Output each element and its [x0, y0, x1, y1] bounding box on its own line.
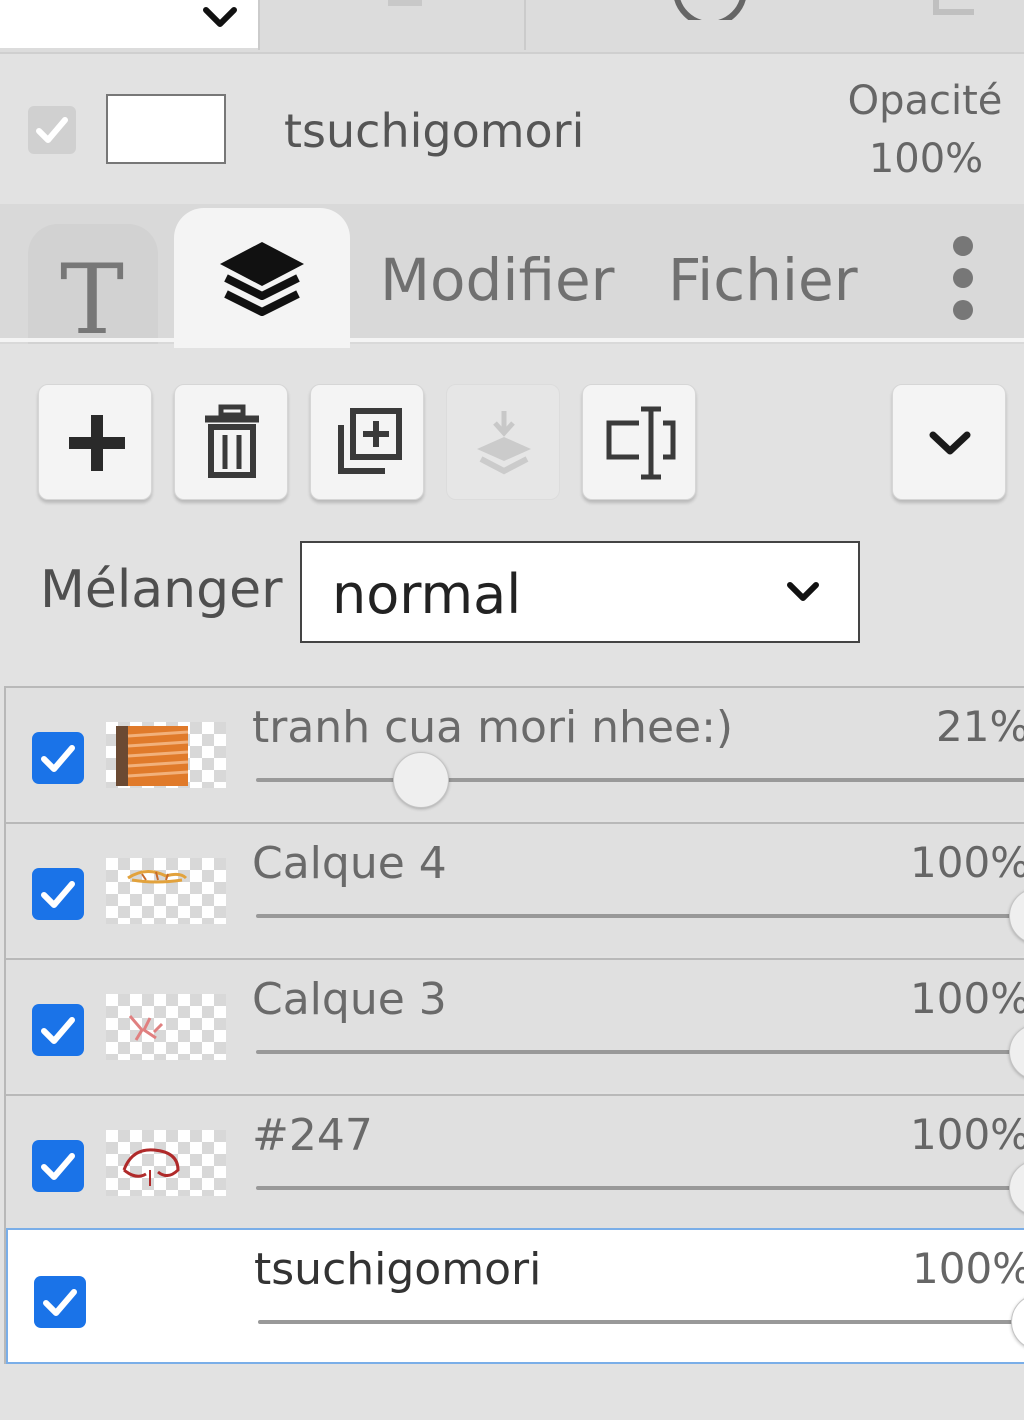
- check-icon: [36, 117, 68, 143]
- blend-label: Mélanger: [40, 560, 283, 620]
- tab-file[interactable]: Fichier: [668, 246, 858, 314]
- layer-opacity: 100%: [910, 838, 1024, 887]
- layer-row[interactable]: #247 100%: [6, 1094, 1024, 1228]
- layer-name: Calque 4: [252, 838, 447, 889]
- opacity-slider-track[interactable]: [256, 1186, 1024, 1190]
- opacity-slider-knob[interactable]: [1009, 1024, 1024, 1080]
- opacity-slider-knob[interactable]: [1011, 1294, 1024, 1350]
- layer-opacity: 21%: [936, 702, 1024, 751]
- more-vertical-icon[interactable]: [940, 236, 986, 322]
- merge-down-button[interactable]: [446, 384, 560, 500]
- opacity-slider-track[interactable]: [256, 1050, 1024, 1054]
- page-icon[interactable]: [930, 0, 980, 20]
- trash-icon: [205, 404, 259, 478]
- blend-mode-select[interactable]: normal: [300, 541, 860, 643]
- opacity-slider-knob[interactable]: [1009, 888, 1024, 944]
- layer-visibility-checkbox[interactable]: [32, 732, 84, 784]
- divider: [258, 0, 260, 50]
- delete-layer-button[interactable]: [174, 384, 288, 500]
- layer-icon[interactable]: [380, 0, 430, 14]
- layer-color-swatch[interactable]: [106, 94, 226, 164]
- check-icon: [41, 1153, 75, 1180]
- layer-name: #247: [252, 1110, 373, 1161]
- check-icon: [41, 745, 75, 772]
- layer-row[interactable]: Calque 3 100%: [6, 958, 1024, 1092]
- layer-thumbnail: [106, 1130, 226, 1196]
- layer-thumbnail: [106, 858, 226, 924]
- add-layer-button[interactable]: [38, 384, 152, 500]
- top-strip: [0, 0, 1024, 54]
- red-outline-thumbnail: [122, 1148, 180, 1186]
- layer-opacity: 100%: [910, 1110, 1024, 1159]
- opacity-label: Opacité: [847, 78, 1003, 124]
- layer-name: tranh cua mori nhee:): [252, 702, 734, 753]
- layer-row[interactable]: Calque 4 100%: [6, 822, 1024, 956]
- layer-name: tsuchigomori: [254, 1244, 542, 1295]
- layer-name: Calque 3: [252, 974, 447, 1025]
- layer-visibility-checkbox[interactable]: [32, 1140, 84, 1192]
- layer-visibility-checkbox[interactable]: [34, 1276, 86, 1328]
- tab-underline: [0, 338, 1024, 342]
- tab-modify[interactable]: Modifier: [380, 246, 615, 314]
- orange-stripes-thumbnail: [116, 726, 189, 786]
- check-icon: [41, 1017, 75, 1044]
- tab-layers[interactable]: [174, 208, 350, 348]
- opacity-slider-knob[interactable]: [1009, 1160, 1024, 1216]
- opacity-slider-track[interactable]: [256, 914, 1024, 918]
- plus-icon: [69, 415, 125, 471]
- opacity-slider-track[interactable]: [256, 778, 1024, 782]
- layer-options-button[interactable]: [892, 384, 1006, 500]
- check-icon: [41, 881, 75, 908]
- top-dropdown[interactable]: [0, 0, 258, 48]
- layer-thumbnail: [106, 994, 226, 1060]
- sketch-thumbnail: [127, 870, 188, 884]
- layer-thumbnail: [106, 722, 226, 788]
- rename-layer-button[interactable]: [582, 384, 696, 500]
- sketch-red-thumbnail: [128, 1015, 164, 1041]
- check-icon: [43, 1289, 77, 1316]
- blend-mode-value: normal: [332, 563, 522, 626]
- tab-bar: T Modifier Fichier: [0, 204, 1024, 356]
- layer-opacity: 100%: [910, 974, 1024, 1023]
- layers-icon: [220, 242, 304, 316]
- current-layer-name: tsuchigomori: [284, 104, 585, 158]
- rename-icon: [606, 406, 676, 480]
- layer-opacity: 100%: [912, 1244, 1024, 1293]
- circle-icon[interactable]: [672, 0, 748, 20]
- layer-visibility-checkbox[interactable]: [32, 1004, 84, 1056]
- layer-visibility-checkbox-disabled[interactable]: [28, 106, 76, 154]
- layer-visibility-checkbox[interactable]: [32, 868, 84, 920]
- chevron-down-icon: [203, 7, 237, 27]
- opacity-slider-knob[interactable]: [392, 752, 449, 808]
- divider: [524, 0, 526, 50]
- opacity-value: 100%: [868, 136, 984, 182]
- opacity-slider-track[interactable]: [258, 1320, 1024, 1324]
- merge-down-icon: [477, 411, 531, 475]
- tab-text[interactable]: T: [28, 224, 158, 356]
- chevron-down-icon: [787, 582, 819, 601]
- layer-row-selected[interactable]: tsuchigomori 100%: [6, 1228, 1024, 1364]
- chevron-down-icon: [929, 431, 971, 455]
- layer-row[interactable]: tranh cua mori nhee:) 21%: [6, 686, 1024, 820]
- layers-list: tranh cua mori nhee:) 21% Calque 4 100%: [4, 686, 1024, 1364]
- duplicate-icon: [338, 408, 402, 474]
- duplicate-layer-button[interactable]: [310, 384, 424, 500]
